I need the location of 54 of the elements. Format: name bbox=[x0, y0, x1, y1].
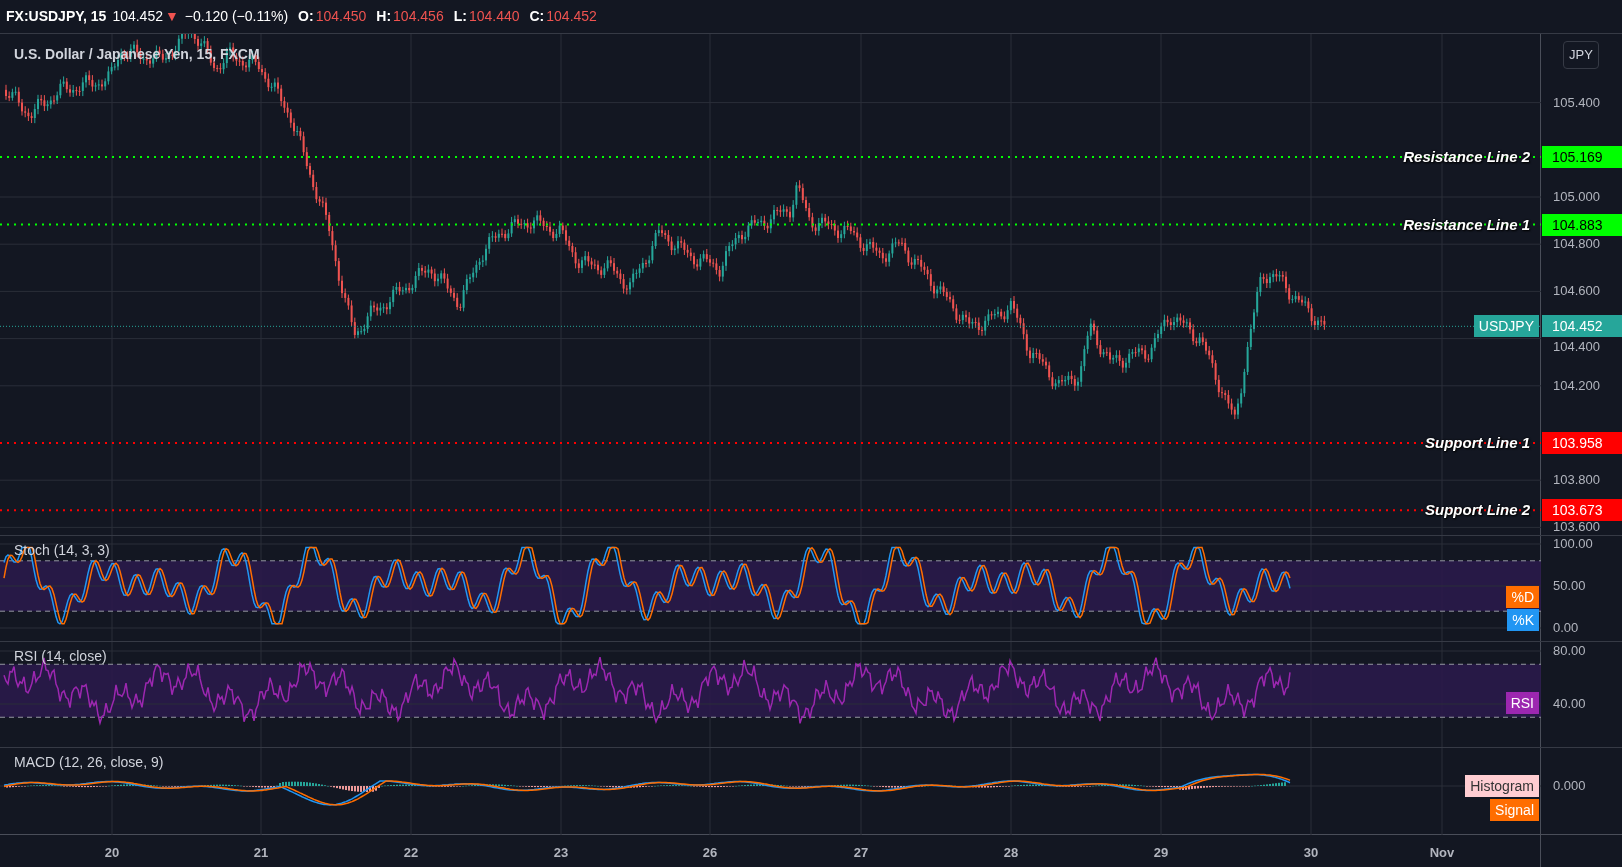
ohlc-label: L: bbox=[453, 7, 467, 26]
price-axis-label: 105.000 bbox=[1553, 190, 1600, 204]
time-axis-label: 28 bbox=[1003, 844, 1019, 862]
symbol-label: FX:USDJPY, 15 bbox=[6, 7, 107, 26]
axis-label: 80.00 bbox=[1553, 644, 1586, 658]
change-arrow: ▼ bbox=[165, 7, 179, 26]
time-axis-label: 30 bbox=[1303, 844, 1319, 862]
price-tag: 103.673 bbox=[1542, 499, 1622, 522]
ohlc-value: 104.450 bbox=[315, 7, 367, 26]
axis-label: 50.00 bbox=[1553, 579, 1586, 593]
price-axis-label: 104.600 bbox=[1553, 284, 1600, 299]
legend-tag: Histogram bbox=[1465, 775, 1539, 797]
price-axis-label: 104.200 bbox=[1553, 378, 1600, 393]
indicator-title: RSI (14, close) bbox=[14, 647, 107, 666]
ohlc-value: 104.452 bbox=[546, 7, 597, 26]
price-axis-label: 103.800 bbox=[1553, 473, 1600, 488]
symbol-tag: USDJPY bbox=[1473, 315, 1539, 338]
price-axis-label: 104.800 bbox=[1553, 237, 1600, 252]
currency-button[interactable]: JPY bbox=[1563, 41, 1599, 69]
last-price: 104.452 bbox=[112, 7, 163, 26]
level-label: Resistance Line 2 bbox=[1403, 146, 1530, 167]
time-axis-label: 20 bbox=[104, 844, 120, 862]
price-axis-label: 104.400 bbox=[1553, 339, 1600, 354]
time-axis-label: 29 bbox=[1153, 844, 1169, 862]
axis-label: 100.00 bbox=[1553, 537, 1593, 551]
ohlc-label: O: bbox=[298, 7, 314, 26]
time-axis-label: 21 bbox=[253, 844, 269, 862]
level-label: Resistance Line 1 bbox=[1403, 214, 1530, 235]
ohlc-label: C: bbox=[529, 7, 545, 26]
price-change: −0.120 (−0.11%) bbox=[184, 7, 289, 26]
ohlc-label: H: bbox=[376, 7, 392, 26]
price-tag: 104.452 bbox=[1542, 315, 1622, 338]
indicator-title: MACD (12, 26, close, 9) bbox=[14, 753, 164, 772]
legend-tag: %D bbox=[1506, 586, 1539, 608]
legend-tag: %K bbox=[1507, 609, 1539, 631]
price-tag: 104.883 bbox=[1542, 213, 1622, 236]
time-axis-label: 26 bbox=[702, 844, 718, 862]
time-axis-label: Nov bbox=[1429, 844, 1455, 862]
price-axis-label: 105.400 bbox=[1553, 95, 1600, 110]
time-axis-label: 22 bbox=[403, 844, 419, 862]
time-axis-label: 27 bbox=[853, 844, 869, 862]
legend-tag: Signal bbox=[1490, 799, 1539, 821]
axis-label: 0.00 bbox=[1553, 621, 1579, 635]
ohlc-value: 104.456 bbox=[393, 7, 444, 26]
price-axis-label: 103.600 bbox=[1553, 520, 1600, 535]
level-label: Support Line 2 bbox=[1425, 499, 1530, 520]
price-tag: 105.169 bbox=[1542, 146, 1622, 169]
axis-label: 40.00 bbox=[1553, 697, 1586, 711]
ohlc-value: 104.440 bbox=[468, 7, 520, 26]
axis-label: 0.000 bbox=[1553, 779, 1586, 793]
price-tag: 103.958 bbox=[1542, 431, 1622, 454]
level-label: Support Line 1 bbox=[1425, 432, 1530, 453]
time-axis-label: 23 bbox=[553, 844, 569, 862]
legend-tag: RSI bbox=[1505, 692, 1539, 714]
